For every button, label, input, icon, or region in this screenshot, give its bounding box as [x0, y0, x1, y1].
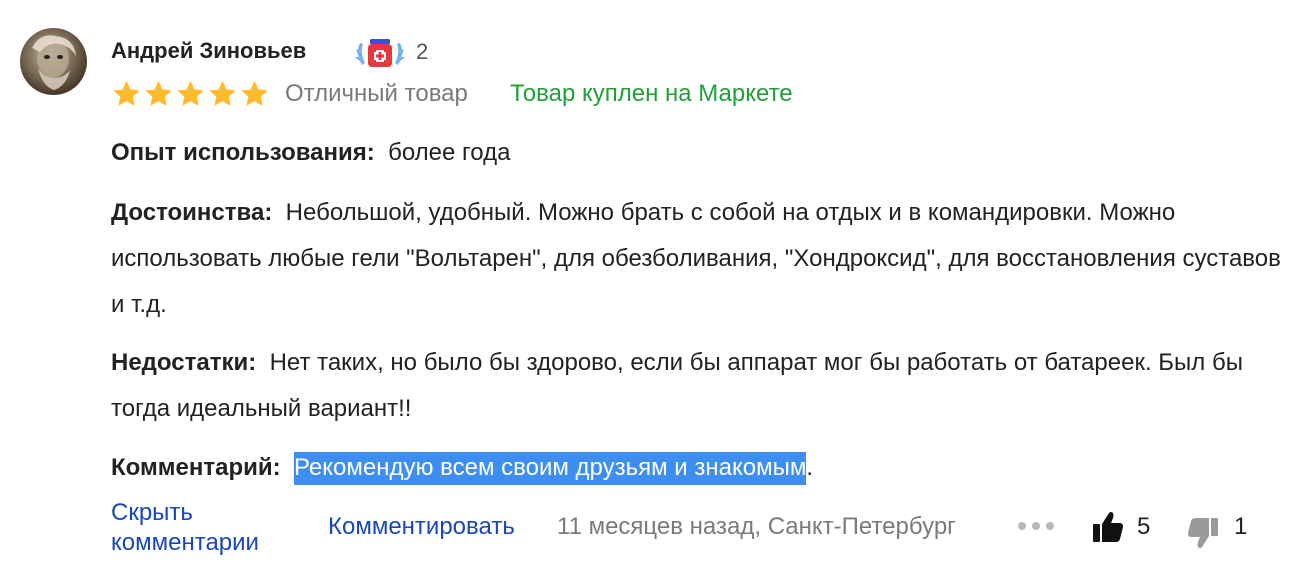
achievement-badge-icon[interactable] [352, 35, 408, 71]
cons-value: Нет таких, но было бы здорово, если бы а… [111, 349, 1243, 422]
experience-value: более года [388, 139, 511, 166]
star-icon [145, 80, 172, 106]
review-meta: 11 месяцев назад, Санкт-Петербург [557, 513, 956, 540]
rating-stars [111, 79, 270, 109]
badge-count: 2 [416, 39, 429, 64]
star-icon [241, 80, 268, 106]
star-icon [113, 80, 140, 106]
comment-button[interactable]: Комментировать [328, 513, 515, 541]
thumbs-up-icon[interactable] [1092, 510, 1124, 544]
star-icon [177, 80, 204, 106]
comment-section: Комментарий: Рекомендую всем своим друзь… [111, 445, 1281, 491]
dislikes-count: 1 [1234, 513, 1248, 540]
hide-comments-link[interactable]: Скрыть комментарии [111, 498, 301, 558]
comment-label: Комментарий: [111, 454, 281, 481]
thumbs-down-icon[interactable] [1187, 516, 1219, 550]
more-dots-icon[interactable] [1018, 522, 1054, 530]
pros-section: Достоинства: Небольшой, удобный. Можно б… [111, 190, 1281, 328]
rating-text: Отличный товар [285, 80, 468, 107]
purchase-note: Товар куплен на Маркете [510, 80, 793, 107]
cons-label: Недостатки: [111, 349, 257, 376]
avatar[interactable] [20, 28, 87, 95]
author-name[interactable]: Андрей Зиновьев [111, 38, 306, 64]
pros-label: Достоинства: [111, 199, 273, 226]
experience-label: Опыт использования: [111, 139, 375, 166]
likes-count: 5 [1137, 513, 1151, 540]
experience-section: Опыт использования: более года [111, 130, 1281, 176]
star-icon [209, 80, 236, 106]
cons-section: Недостатки: Нет таких, но было бы здоров… [111, 340, 1281, 432]
comment-tail: . [806, 454, 814, 481]
comment-value-selected: Рекомендую всем своим друзьям и знакомым [293, 452, 807, 485]
pros-value: Небольшой, удобный. Можно брать с собой … [111, 199, 1281, 318]
